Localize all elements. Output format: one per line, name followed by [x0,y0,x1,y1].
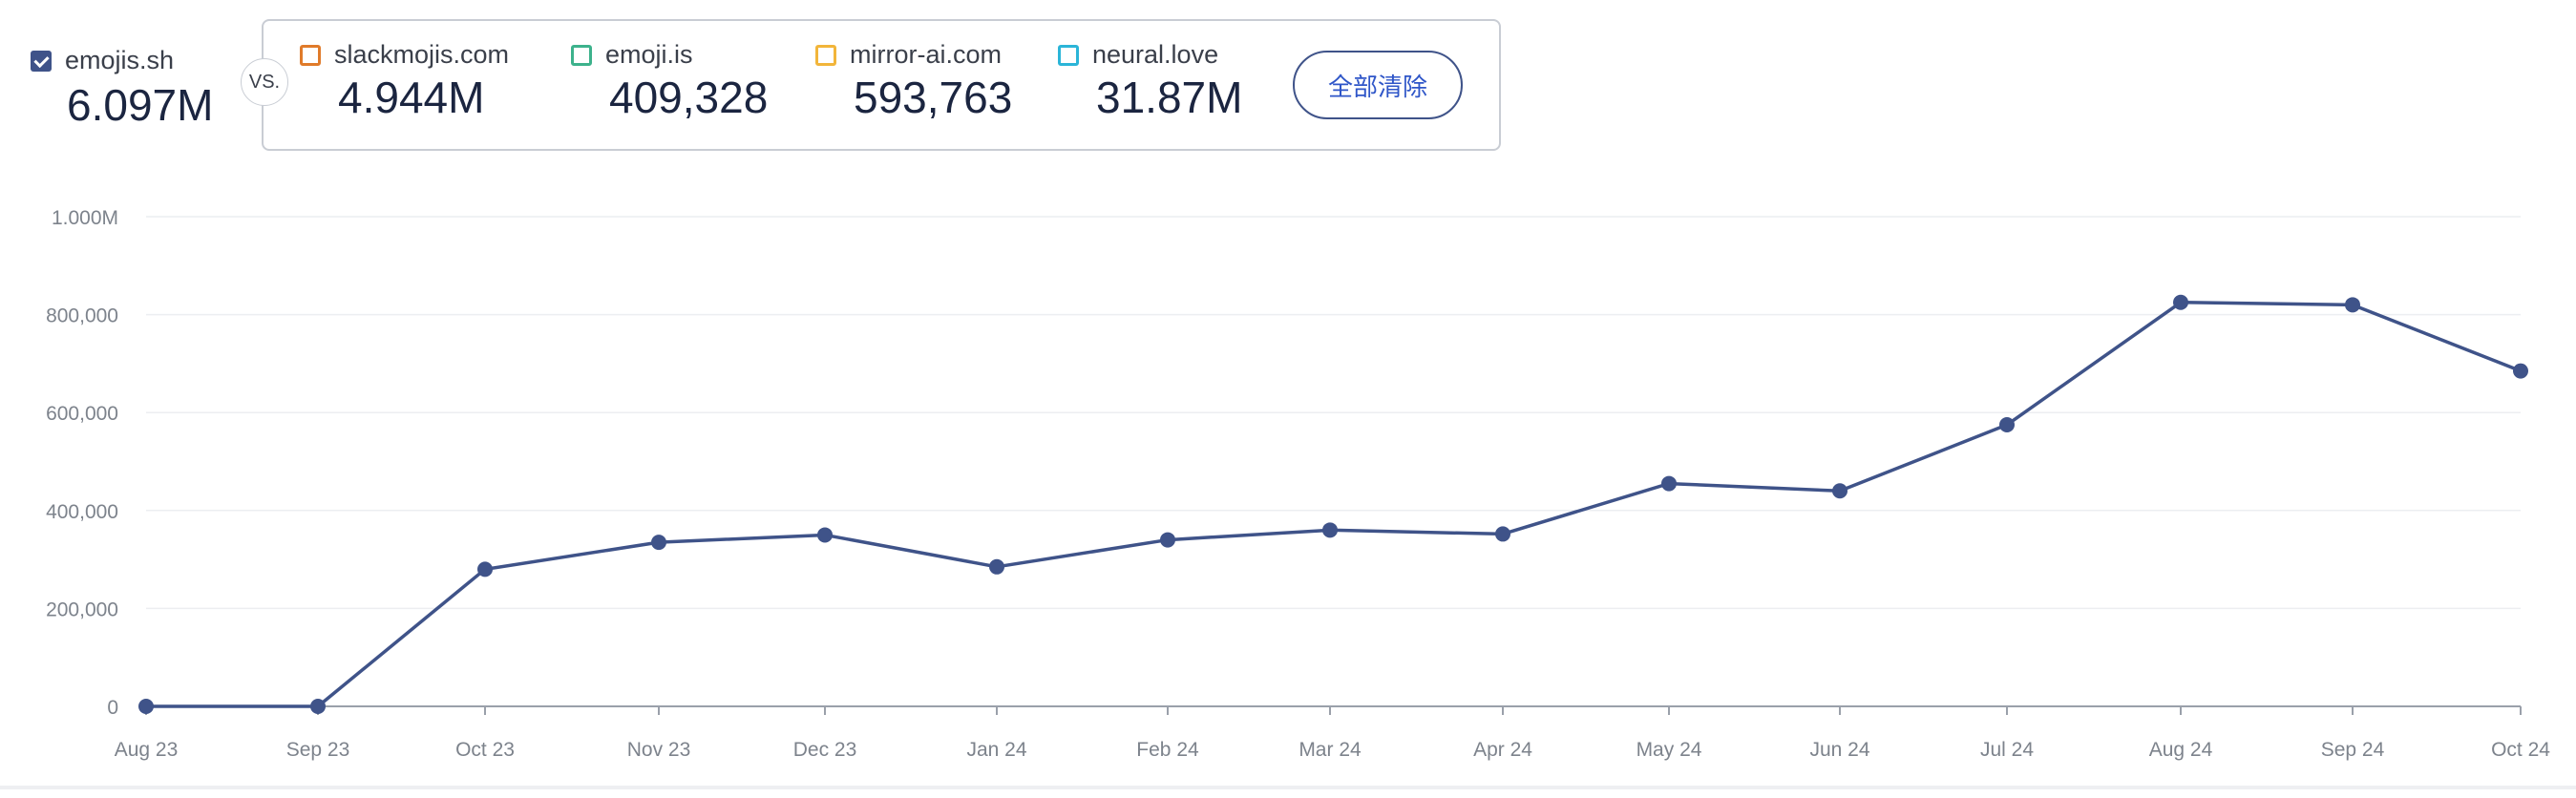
x-tick-label: Oct 23 [455,739,515,761]
x-tick-label: Apr 24 [1473,739,1532,761]
data-point [817,527,833,543]
data-point [1495,526,1510,542]
y-tick-label: 1.000M [52,207,118,229]
data-point [1322,522,1338,538]
bottom-divider [0,786,2576,789]
x-tick-label: Dec 23 [793,739,857,761]
data-point [2345,297,2360,313]
data-point [2513,363,2528,379]
data-point [1661,475,1677,492]
x-tick-label: Mar 24 [1299,739,1362,761]
x-tick-label: Jul 24 [1980,739,2034,761]
data-point [1999,417,2015,433]
x-tick-label: Aug 24 [2149,739,2213,761]
x-tick-label: Jan 24 [966,739,1026,761]
data-point [651,535,666,551]
data-point [1160,532,1175,548]
x-tick-label: Feb 24 [1136,739,1199,761]
data-point [2173,294,2188,310]
x-tick-label: Aug 23 [115,739,179,761]
x-tick-label: Sep 24 [2321,739,2385,761]
x-tick-label: May 24 [1636,739,1702,761]
y-tick-label: 800,000 [46,305,118,327]
traffic-line-chart: 0 200,000 400,000 600,000 800,000 1.000M Aug 2… [46,207,2550,761]
y-tick-label: 200,000 [46,598,118,620]
data-point [477,561,493,578]
data-point [1832,483,1848,499]
x-tick-label: Sep 23 [286,739,350,761]
x-tick-label: Nov 23 [627,739,691,761]
data-point [989,558,1004,575]
x-tick-label: Jun 24 [1809,739,1869,761]
vs-badge: VS. [241,58,288,106]
y-tick-label: 0 [107,697,118,719]
data-point [310,699,326,714]
y-tick-label: 600,000 [46,403,118,425]
data-point [138,699,154,714]
y-tick-label: 400,000 [46,501,118,523]
series-line [146,301,2522,708]
x-tick-label: Oct 24 [2491,739,2550,761]
